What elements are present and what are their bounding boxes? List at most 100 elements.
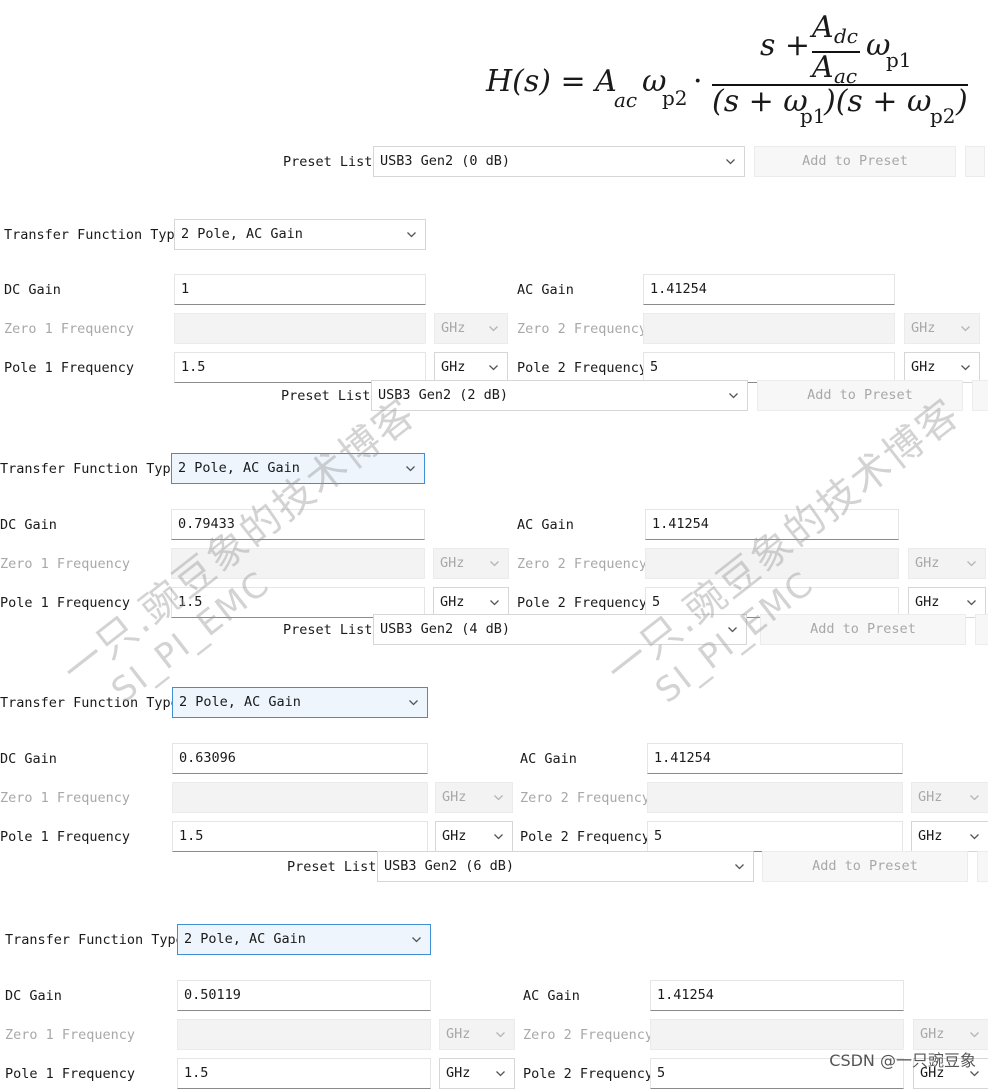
dc-gain-input[interactable]: 1 (174, 274, 426, 305)
zero-1-unit-select[interactable]: GHz (434, 313, 508, 344)
dc-gain-label: DC Gain (4, 282, 61, 298)
unit-value: GHz (918, 828, 943, 844)
transfer-function-type-value: 2 Pole, AC Gain (181, 226, 303, 242)
zero-1-frequency-label: Zero 1 Frequency (4, 321, 135, 337)
transfer-function-type-select[interactable]: 2 Pole, AC Gain (171, 453, 425, 484)
zero-1-frequency-input[interactable] (174, 313, 426, 344)
zero-2-frequency-input[interactable] (643, 313, 895, 344)
transfer-function-type-select[interactable]: 2 Pole, AC Gain (174, 219, 426, 250)
zero-1-unit-select[interactable]: GHz (435, 782, 513, 813)
preset-list-label: Preset List (283, 622, 373, 638)
preset-list-select[interactable]: USB3 Gen2 (4 dB) (373, 614, 747, 645)
ac-gain-input[interactable]: 1.41254 (645, 509, 899, 540)
pole-1-unit-select[interactable]: GHz (434, 352, 508, 383)
overflow-button[interactable] (965, 146, 985, 177)
preset-list-label: Preset List (281, 388, 371, 404)
pole-2-frequency-label: Pole 2 Frequency (520, 829, 651, 845)
unit-value: GHz (915, 555, 940, 571)
unit-value: GHz (918, 789, 943, 805)
ac-gain-input[interactable]: 1.41254 (647, 743, 903, 774)
unit-value: GHz (442, 828, 467, 844)
preset-list-label: Preset List (287, 859, 377, 875)
ac-gain-input[interactable]: 1.41254 (643, 274, 895, 305)
pole-1-frequency-label: Pole 1 Frequency (0, 595, 131, 611)
preset-list-value: USB3 Gen2 (0 dB) (380, 153, 511, 169)
zero-2-frequency-input[interactable] (647, 782, 903, 813)
unit-value: GHz (440, 555, 465, 571)
zero-1-frequency-input[interactable] (177, 1019, 431, 1050)
chevron-down-icon (489, 558, 500, 569)
formula-omega-sub: p2 (662, 86, 688, 110)
dc-gain-input[interactable]: 0.50119 (177, 980, 431, 1011)
dc-gain-input[interactable]: 0.63096 (172, 743, 428, 774)
chevron-down-icon (405, 463, 416, 474)
preset-list-select[interactable]: USB3 Gen2 (6 dB) (377, 851, 754, 882)
zero-2-frequency-input[interactable] (645, 548, 899, 579)
dc-gain-input[interactable]: 0.79433 (171, 509, 425, 540)
zero-2-frequency-input[interactable] (650, 1019, 904, 1050)
chevron-down-icon (960, 362, 971, 373)
preset-list-value: USB3 Gen2 (2 dB) (378, 387, 509, 403)
transfer-function-type-label: Transfer Function Type (5, 932, 184, 948)
transfer-function-type-label: Transfer Function Type (0, 695, 179, 711)
formula-aac: A (812, 50, 834, 85)
chevron-down-icon (488, 323, 499, 334)
pole-2-frequency-input[interactable]: 5 (643, 352, 895, 383)
dc-gain-label: DC Gain (0, 517, 57, 533)
chevron-down-icon (493, 831, 504, 842)
ac-gain-input[interactable]: 1.41254 (650, 980, 904, 1011)
csdn-credit: CSDN @一只豌豆象 (829, 1051, 976, 1070)
pole-1-frequency-input[interactable]: 1.5 (172, 821, 428, 852)
unit-value: GHz (441, 359, 466, 375)
zero-2-unit-select[interactable]: GHz (911, 782, 988, 813)
pole-1-unit-select[interactable]: GHz (439, 1058, 515, 1089)
chevron-down-icon (411, 934, 422, 945)
preset-list-value: USB3 Gen2 (4 dB) (380, 621, 511, 637)
overflow-button[interactable] (977, 851, 988, 882)
zero-2-unit-select[interactable]: GHz (904, 313, 980, 344)
formula-den-start: (s + ω (712, 84, 808, 119)
overflow-button[interactable] (972, 380, 988, 411)
zero-2-frequency-label: Zero 2 Frequency (520, 790, 651, 806)
zero-1-unit-select[interactable]: GHz (433, 548, 509, 579)
preset-list-select[interactable]: USB3 Gen2 (2 dB) (371, 380, 748, 411)
add-to-preset-button[interactable]: Add to Preset (754, 146, 956, 177)
preset-list-select[interactable]: USB3 Gen2 (0 dB) (373, 146, 745, 177)
zero-2-unit-select[interactable]: GHz (913, 1019, 988, 1050)
transfer-function-type-value: 2 Pole, AC Gain (184, 931, 306, 947)
pole-1-frequency-input[interactable]: 1.5 (174, 352, 426, 383)
ac-gain-label: AC Gain (517, 517, 574, 533)
zero-1-unit-select[interactable]: GHz (439, 1019, 515, 1050)
unit-value: GHz (920, 1026, 945, 1042)
zero-2-unit-select[interactable]: GHz (908, 548, 986, 579)
transfer-function-type-value: 2 Pole, AC Gain (178, 460, 300, 476)
zero-1-frequency-input[interactable] (172, 782, 428, 813)
zero-1-frequency-label: Zero 1 Frequency (5, 1027, 136, 1043)
formula-lhs: H(s) = A (486, 64, 617, 99)
pole-1-frequency-input[interactable]: 1.5 (177, 1058, 431, 1089)
pole-1-frequency-label: Pole 1 Frequency (4, 360, 135, 376)
pole-2-unit-select[interactable]: GHz (904, 352, 980, 383)
zero-1-frequency-label: Zero 1 Frequency (0, 556, 131, 572)
dc-gain-label: DC Gain (5, 988, 62, 1004)
transfer-function-type-select[interactable]: 2 Pole, AC Gain (172, 687, 428, 718)
transfer-function-type-label: Transfer Function Type (0, 461, 179, 477)
formula-den-mid: )(s + ω (824, 84, 932, 119)
chevron-down-icon (734, 861, 745, 872)
unit-value: GHz (446, 1026, 471, 1042)
add-to-preset-button[interactable]: Add to Preset (762, 851, 968, 882)
transfer-function-type-select[interactable]: 2 Pole, AC Gain (177, 924, 431, 955)
pole-2-frequency-input[interactable]: 5 (647, 821, 903, 852)
add-to-preset-button[interactable]: Add to Preset (757, 380, 963, 411)
add-to-preset-button[interactable]: Add to Preset (760, 614, 966, 645)
formula-den-sub2: p2 (930, 104, 956, 128)
unit-value: GHz (911, 359, 936, 375)
pole-1-unit-select[interactable]: GHz (435, 821, 513, 852)
transfer-function-type-value: 2 Pole, AC Gain (179, 694, 301, 710)
pole-2-unit-select[interactable]: GHz (911, 821, 988, 852)
formula-den-sub1: p1 (800, 104, 826, 128)
overflow-button[interactable] (975, 614, 988, 645)
zero-1-frequency-input[interactable] (171, 548, 425, 579)
ac-gain-label: AC Gain (520, 751, 577, 767)
chevron-down-icon (966, 558, 977, 569)
